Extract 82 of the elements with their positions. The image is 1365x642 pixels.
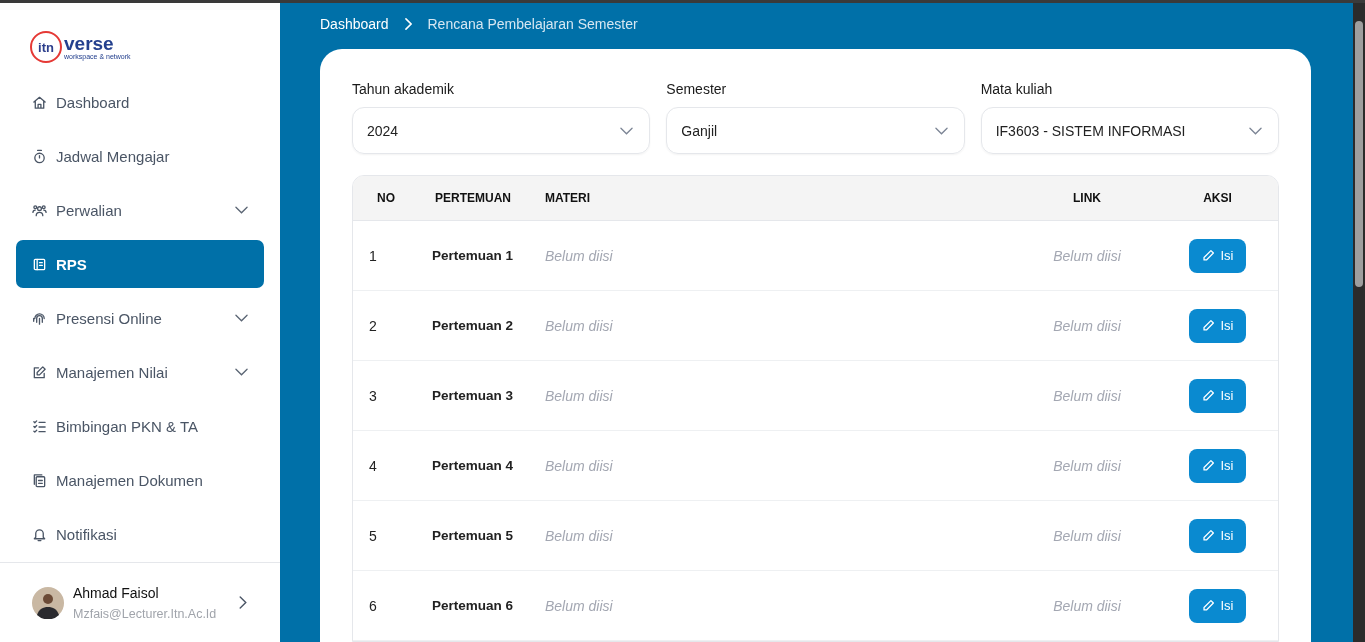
table-cell: Belum diisi [1053, 247, 1121, 264]
avatar [32, 586, 64, 619]
pencil-icon [1201, 599, 1215, 612]
scrollbar-thumb[interactable] [1355, 21, 1363, 287]
table-cell-text: 3 [368, 387, 378, 404]
table-cell-text: 2 [368, 317, 378, 334]
nav-item[interactable]: Manajemen Dokumen [16, 456, 264, 504]
dropdown-field[interactable]: IF3603 - SISTEM INFORMASI [980, 107, 1279, 154]
user-profile[interactable]: Ahmad Faisol Mzfais@Lecturer.Itn.Ac.Id [0, 562, 280, 642]
fill-button[interactable]: Isi [1189, 238, 1246, 273]
users-icon [32, 202, 47, 218]
edit-icon [32, 364, 47, 380]
chevron-right-icon [404, 18, 412, 30]
table-cell: Belum diisi [1053, 597, 1121, 614]
stopwatch-icon [32, 148, 47, 164]
fingerprint-icon [32, 310, 47, 326]
pencil-icon [1201, 249, 1215, 262]
documents-icon [32, 472, 47, 488]
table-cell-text: Belum diisi [544, 317, 614, 334]
home-icon [32, 94, 47, 110]
breadcrumb-link[interactable]: Dashboard [320, 16, 389, 32]
table-cell-text: Belum diisi [544, 387, 614, 404]
dropdown-field[interactable]: 2024 [352, 107, 651, 154]
fill-button[interactable]: Isi [1189, 448, 1246, 483]
table-cell-text: Pertemuan 5 [431, 528, 515, 543]
table-cell-text: 4 [368, 457, 378, 474]
book-icon [32, 256, 47, 272]
chevron-down-icon [235, 206, 248, 214]
table-cell-text: Pertemuan 6 [431, 598, 515, 613]
table-cell-text: Belum diisi [544, 597, 614, 614]
nav-item[interactable]: Perwalian [16, 186, 264, 234]
nav-item[interactable]: Presensi Online [16, 294, 264, 342]
table-cell: Belum diisi [1053, 387, 1121, 404]
chevron-down-icon [1249, 126, 1262, 135]
checklist-icon [32, 418, 47, 434]
column-header: AKSI [1203, 191, 1232, 205]
table-cell-text: Pertemuan 1 [431, 248, 515, 263]
field-label: Semester [666, 81, 728, 97]
table-cell: Belum diisi [1053, 457, 1121, 474]
pencil-icon [1201, 389, 1215, 402]
nav-item[interactable]: Jadwal Mengajar [16, 132, 264, 180]
nav-item[interactable]: Dashboard [16, 78, 264, 126]
nav-item[interactable]: Manajemen Nilai [16, 348, 264, 396]
column-header: PERTEMUAN [434, 191, 512, 205]
column-header: LINK [1073, 191, 1101, 205]
table-cell-text: Belum diisi [544, 247, 614, 264]
fill-button[interactable]: Isi [1189, 308, 1246, 343]
fill-button[interactable]: Isi [1189, 518, 1246, 553]
table-cell-text: 6 [368, 597, 378, 614]
chevron-down-icon [235, 314, 248, 322]
table-cell-text: 1 [368, 247, 378, 264]
table-cell: Belum diisi [1053, 317, 1121, 334]
pencil-icon [1201, 319, 1215, 332]
pencil-icon [1201, 529, 1215, 542]
table-cell-text: Belum diisi [544, 527, 614, 544]
nav-item[interactable]: Bimbingan PKN & TA [16, 402, 264, 450]
table-cell-text: Pertemuan 4 [431, 458, 515, 473]
table-cell-text: Pertemuan 2 [431, 318, 515, 333]
table-cell-text: Pertemuan 3 [431, 388, 515, 403]
nav-item[interactable]: Notifikasi [16, 510, 264, 558]
field-label: Tahun akademik [352, 81, 455, 97]
bell-icon [32, 526, 47, 542]
chevron-down-icon [934, 126, 948, 135]
scrollbar[interactable] [1353, 3, 1365, 642]
field-label: Mata kuliah [980, 81, 1054, 97]
nav-item[interactable]: RPS [16, 240, 264, 288]
table-cell: Belum diisi [1053, 527, 1121, 544]
chevron-down-icon [235, 368, 248, 376]
chevron-right-icon [239, 596, 247, 609]
logo-word: verse [64, 34, 115, 53]
table-cell-text: Belum diisi [544, 457, 614, 474]
fill-button[interactable]: Isi [1189, 378, 1246, 413]
fill-button[interactable]: Isi [1189, 588, 1246, 623]
chevron-down-icon [620, 126, 634, 135]
pencil-icon [1201, 459, 1215, 472]
logo-mark: itn [30, 31, 62, 63]
user-email: Mzfais@Lecturer.Itn.Ac.Id [73, 606, 218, 621]
dropdown-field[interactable]: Ganjil [666, 107, 965, 154]
column-header: MATERI [544, 191, 592, 205]
table-cell-text: 5 [368, 527, 378, 544]
column-header: NO [377, 191, 395, 205]
user-name: Ahmad Faisol [73, 584, 160, 601]
